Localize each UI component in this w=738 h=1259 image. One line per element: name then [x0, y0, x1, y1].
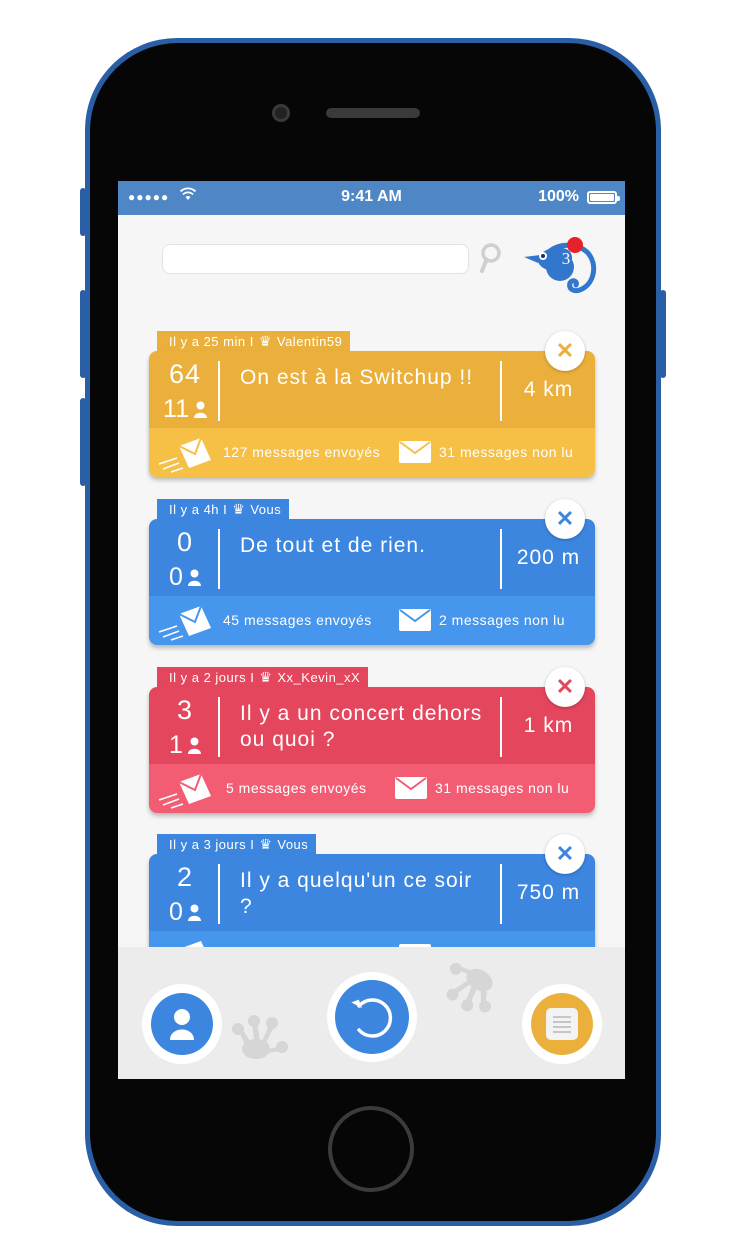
refresh-icon	[347, 992, 397, 1047]
envelope-icon	[395, 777, 427, 804]
send-message-icon	[157, 434, 215, 477]
conversation-card[interactable]: Il y a 2 jours I ♛ Xx_Kevin_xX 3 1 Il y a …	[149, 667, 595, 813]
card-stat-users: 11	[149, 395, 221, 425]
battery-percent: 100%	[538, 188, 579, 205]
close-button[interactable]: ✕	[545, 667, 585, 707]
earpiece-speaker	[326, 108, 420, 118]
person-icon	[187, 732, 201, 761]
conversation-card[interactable]: Il y a 25 min I ♛ Valentin59 64 11 On est …	[149, 331, 595, 477]
notification-count: 3	[561, 249, 571, 268]
card-tag: Il y a 25 min I ♛ Valentin59	[157, 331, 351, 351]
user-icon	[170, 1008, 194, 1045]
crown-icon: ♛	[259, 669, 273, 685]
crown-icon: ♛	[232, 501, 246, 517]
profile-button-face	[151, 993, 213, 1055]
card-panel: 0 0 De tout et de rien. 200 m 45 message…	[149, 519, 595, 645]
envelope-icon	[399, 609, 431, 636]
close-button[interactable]: ✕	[545, 331, 585, 371]
card-panel: 64 11 On est à la Switchup !! 4 km 127 m…	[149, 351, 595, 477]
card-time: Il y a 4h I	[169, 502, 228, 517]
messages-unread: 2 messages non lu	[439, 612, 566, 628]
divider	[218, 361, 220, 421]
card-header: 3 1 Il y a un concert dehors ou quoi ? 1…	[149, 687, 595, 764]
person-icon	[193, 396, 207, 425]
card-header: 64 11 On est à la Switchup !! 4 km	[149, 351, 595, 428]
status-bar: ●●●●● 9:41 AM 100%	[118, 181, 625, 215]
crown-icon: ♛	[259, 836, 273, 852]
volume-down-button	[80, 398, 86, 486]
card-time: Il y a 2 jours I	[169, 670, 255, 685]
send-message-icon	[157, 770, 215, 813]
refresh-button-face	[335, 980, 409, 1054]
card-distance: 4 km	[523, 378, 574, 401]
card-stat-users: 0	[149, 898, 221, 928]
card-tag: Il y a 3 jours I ♛ Vous	[157, 834, 317, 854]
app-screen: ●●●●● 9:41 AM 100% 3 Il y a 25 min I ♛ Val…	[118, 181, 625, 1079]
envelope-icon	[399, 441, 431, 468]
mute-switch	[80, 188, 86, 236]
card-header: 2 0 Il y a quelqu'un ce soir ? 750 m	[149, 854, 595, 931]
card-author: Valentin59	[276, 334, 343, 349]
card-time: Il y a 25 min I	[169, 334, 254, 349]
card-stat-users: 1	[149, 731, 221, 761]
card-author: Vous	[250, 502, 282, 517]
messages-sent: 127 messages envoyés	[223, 444, 381, 460]
card-footer: 45 messages envoyés 2 messages non lu	[149, 596, 595, 645]
card-tag: Il y a 2 jours I ♛ Xx_Kevin_xX	[157, 667, 369, 687]
footprint-icon	[230, 1013, 290, 1074]
battery-icon	[587, 191, 620, 204]
messages-unread: 31 messages non lu	[435, 780, 570, 796]
card-stat-votes: 2	[176, 862, 194, 892]
card-users-count: 1	[169, 731, 183, 759]
card-stat-votes: 64	[168, 359, 202, 389]
send-message-icon	[157, 602, 215, 645]
list-button-face	[531, 993, 593, 1055]
bottom-nav	[118, 947, 625, 1079]
card-distance: 200 m	[516, 546, 581, 569]
divider	[218, 864, 220, 924]
profile-button[interactable]	[142, 984, 222, 1064]
card-users-count: 11	[163, 395, 189, 423]
card-time: Il y a 3 jours I	[169, 837, 255, 852]
conversation-card[interactable]: Il y a 4h I ♛ Vous 0 0 De tout et de rien.…	[149, 499, 595, 645]
card-distance: 750 m	[516, 881, 581, 904]
refresh-button[interactable]	[327, 972, 417, 1062]
card-title: De tout et de rien.	[240, 534, 426, 557]
card-author: Vous	[277, 837, 309, 852]
power-button	[660, 290, 666, 378]
front-camera	[272, 104, 290, 122]
card-stat-users: 0	[149, 563, 221, 593]
footprint-icon	[442, 957, 502, 1018]
close-button[interactable]: ✕	[545, 499, 585, 539]
card-footer: 5 messages envoyés 31 messages non lu	[149, 764, 595, 813]
card-distance: 1 km	[523, 714, 574, 737]
person-icon	[187, 899, 201, 928]
divider	[218, 529, 220, 589]
card-users-count: 0	[169, 563, 183, 591]
card-header: 0 0 De tout et de rien. 200 m	[149, 519, 595, 596]
divider	[218, 697, 220, 757]
search-input[interactable]	[162, 244, 469, 274]
card-title: Il y a un concert dehors ou quoi ?	[240, 702, 483, 751]
card-stat-votes: 0	[176, 527, 194, 557]
card-author: Xx_Kevin_xX	[277, 670, 361, 685]
close-button[interactable]: ✕	[545, 834, 585, 874]
card-users-count: 0	[169, 898, 183, 926]
card-title: Il y a quelqu'un ce soir ?	[240, 869, 473, 918]
card-footer: 127 messages envoyés 31 messages non lu	[149, 428, 595, 477]
volume-up-button	[80, 290, 86, 378]
crown-icon: ♛	[258, 333, 272, 349]
card-panel: 3 1 Il y a un concert dehors ou quoi ? 1…	[149, 687, 595, 813]
list-button[interactable]	[522, 984, 602, 1064]
search-icon[interactable]	[478, 243, 502, 280]
person-icon	[187, 564, 201, 593]
messages-sent: 5 messages envoyés	[226, 780, 367, 796]
home-button[interactable]	[328, 1106, 414, 1192]
card-tag: Il y a 4h I ♛ Vous	[157, 499, 290, 519]
card-title: On est à la Switchup !!	[240, 366, 474, 389]
messages-sent: 45 messages envoyés	[223, 612, 372, 628]
messages-unread: 31 messages non lu	[439, 444, 574, 460]
list-icon	[546, 1008, 578, 1045]
card-stat-votes: 3	[176, 695, 194, 725]
